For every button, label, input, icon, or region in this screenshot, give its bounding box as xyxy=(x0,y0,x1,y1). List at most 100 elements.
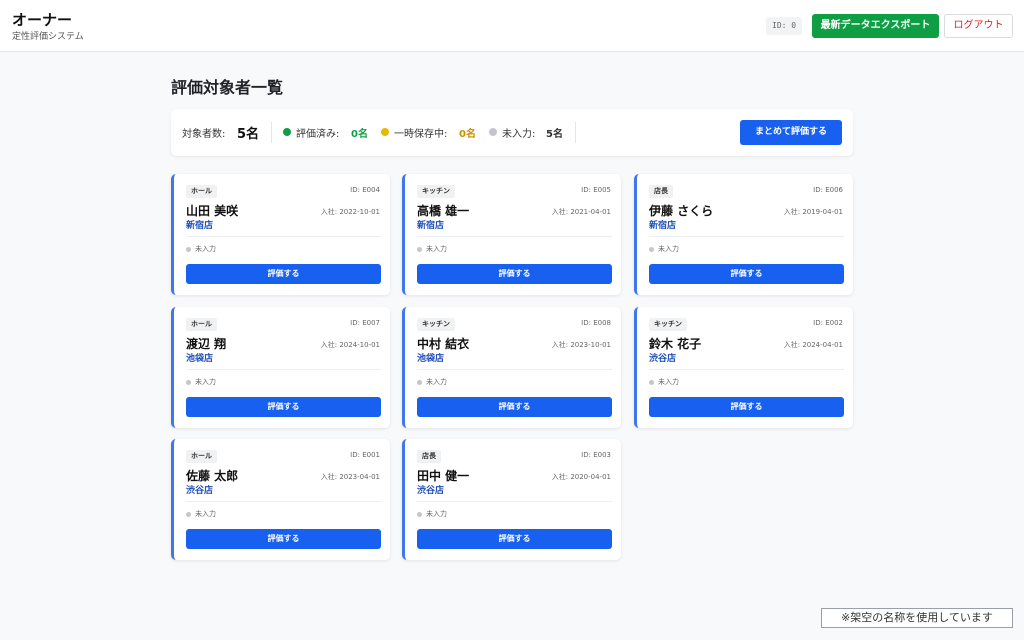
store-name: 新宿店 xyxy=(186,221,214,231)
saved-count: 0名 xyxy=(459,129,476,140)
card-divider xyxy=(417,236,612,237)
hire-date: 入社: 2022-10-01 xyxy=(320,208,380,216)
employee-id: ID: E003 xyxy=(581,451,611,459)
employee-id: ID: E007 xyxy=(350,319,380,327)
store-name: 渋谷店 xyxy=(417,486,445,496)
evaluation-status: 未入力 xyxy=(426,378,447,386)
evaluate-button[interactable]: 評価する xyxy=(649,397,844,417)
employee-card-2: キッチン ID: E005 高橋 雄一 入社: 2021-04-01 新宿店 未… xyxy=(402,174,621,295)
role-badge: 店長 xyxy=(417,450,441,463)
hire-date: 入社: 2023-04-01 xyxy=(320,473,380,481)
role-badge: ホール xyxy=(186,450,217,463)
card-divider xyxy=(186,236,381,237)
employee-name: 渡辺 翔 xyxy=(186,337,227,351)
logout-button[interactable]: ログアウト xyxy=(944,14,1013,38)
store-name: 新宿店 xyxy=(649,221,677,231)
evaluate-button[interactable]: 評価する xyxy=(417,264,612,284)
evaluation-status: 未入力 xyxy=(658,378,679,386)
employee-name: 鈴木 花子 xyxy=(649,337,702,351)
card-divider xyxy=(417,369,612,370)
pending-dot-icon xyxy=(489,128,497,136)
employee-card-5: キッチン ID: E008 中村 結衣 入社: 2023-10-01 池袋店 未… xyxy=(402,307,621,428)
card-divider xyxy=(186,369,381,370)
employee-id: ID: E004 xyxy=(350,186,380,194)
evaluated-count: 0名 xyxy=(351,129,368,140)
employee-name: 佐藤 太郎 xyxy=(186,469,239,483)
export-latest-data-button[interactable]: 最新データエクスポート xyxy=(812,14,939,38)
store-name: 渋谷店 xyxy=(186,486,214,496)
summary-divider xyxy=(575,122,576,143)
total-count-value: 5名 xyxy=(237,127,260,142)
employee-name: 中村 結衣 xyxy=(417,337,470,351)
evaluated-dot-icon xyxy=(283,128,291,136)
employee-id: ID: E008 xyxy=(581,319,611,327)
employee-card-3: 店長 ID: E006 伊藤 さくら 入社: 2019-04-01 新宿店 未入… xyxy=(634,174,853,295)
user-id-chip: ID: 0 xyxy=(766,17,803,35)
total-count-label: 対象者数: xyxy=(182,129,226,140)
status-dot-icon xyxy=(417,247,422,252)
summary-bar: 対象者数: 5名 評価済み: 0名 一時保存中: 0名 未入力: 5名 まとめて… xyxy=(171,109,853,156)
app-header: オーナー 定性評価システム ID: 0 最新データエクスポート ログアウト xyxy=(0,0,1024,52)
saved-label: 一時保存中: xyxy=(394,129,448,140)
employee-card-6: キッチン ID: E002 鈴木 花子 入社: 2024-04-01 渋谷店 未… xyxy=(634,307,853,428)
status-dot-icon xyxy=(186,380,191,385)
hire-date: 入社: 2021-04-01 xyxy=(551,208,611,216)
user-role-title: オーナー xyxy=(12,11,73,29)
hire-date: 入社: 2024-10-01 xyxy=(320,341,380,349)
page-title: 評価対象者一覧 xyxy=(171,78,284,97)
employee-card-4: ホール ID: E007 渡辺 翔 入社: 2024-10-01 池袋店 未入力… xyxy=(171,307,390,428)
evaluation-status: 未入力 xyxy=(658,245,679,253)
evaluation-status: 未入力 xyxy=(195,245,216,253)
evaluate-button[interactable]: 評価する xyxy=(417,529,612,549)
store-name: 新宿店 xyxy=(417,221,445,231)
role-badge: ホール xyxy=(186,185,217,198)
role-badge: 店長 xyxy=(649,185,673,198)
status-dot-icon xyxy=(417,512,422,517)
employee-id: ID: E005 xyxy=(581,186,611,194)
hire-date: 入社: 2020-04-01 xyxy=(551,473,611,481)
hire-date: 入社: 2023-10-01 xyxy=(551,341,611,349)
status-dot-icon xyxy=(186,247,191,252)
evaluate-button[interactable]: 評価する xyxy=(186,397,381,417)
pending-count: 5名 xyxy=(546,129,563,140)
card-divider xyxy=(649,236,844,237)
bulk-evaluate-button[interactable]: まとめて評価する xyxy=(740,120,842,145)
card-divider xyxy=(417,501,612,502)
system-subtitle: 定性評価システム xyxy=(12,32,84,42)
employee-card-7: ホール ID: E001 佐藤 太郎 入社: 2023-04-01 渋谷店 未入… xyxy=(171,439,390,560)
employee-name: 高橋 雄一 xyxy=(417,204,470,218)
evaluation-status: 未入力 xyxy=(426,245,447,253)
evaluate-button[interactable]: 評価する xyxy=(186,529,381,549)
status-dot-icon xyxy=(649,380,654,385)
pending-label: 未入力: xyxy=(502,129,536,140)
card-divider xyxy=(649,369,844,370)
store-name: 渋谷店 xyxy=(649,354,677,364)
employee-name: 伊藤 さくら xyxy=(649,204,714,218)
hire-date: 入社: 2019-04-01 xyxy=(783,208,843,216)
store-name: 池袋店 xyxy=(417,354,445,364)
role-badge: キッチン xyxy=(417,318,455,331)
fictional-names-note: ※架空の名称を使用しています xyxy=(821,608,1013,628)
employee-id: ID: E001 xyxy=(350,451,380,459)
role-badge: ホール xyxy=(186,318,217,331)
employee-name: 山田 美咲 xyxy=(186,204,239,218)
hire-date: 入社: 2024-04-01 xyxy=(783,341,843,349)
role-badge: キッチン xyxy=(417,185,455,198)
evaluation-status: 未入力 xyxy=(195,378,216,386)
store-name: 池袋店 xyxy=(186,354,214,364)
evaluate-button[interactable]: 評価する xyxy=(649,264,844,284)
employee-id: ID: E002 xyxy=(813,319,843,327)
summary-divider xyxy=(271,122,272,143)
status-dot-icon xyxy=(186,512,191,517)
employee-id: ID: E006 xyxy=(813,186,843,194)
saved-dot-icon xyxy=(381,128,389,136)
evaluate-button[interactable]: 評価する xyxy=(186,264,381,284)
evaluate-button[interactable]: 評価する xyxy=(417,397,612,417)
evaluation-status: 未入力 xyxy=(426,510,447,518)
role-badge: キッチン xyxy=(649,318,687,331)
evaluated-label: 評価済み: xyxy=(296,129,340,140)
card-divider xyxy=(186,501,381,502)
evaluation-status: 未入力 xyxy=(195,510,216,518)
employee-name: 田中 健一 xyxy=(417,469,470,483)
employee-card-8: 店長 ID: E003 田中 健一 入社: 2020-04-01 渋谷店 未入力… xyxy=(402,439,621,560)
